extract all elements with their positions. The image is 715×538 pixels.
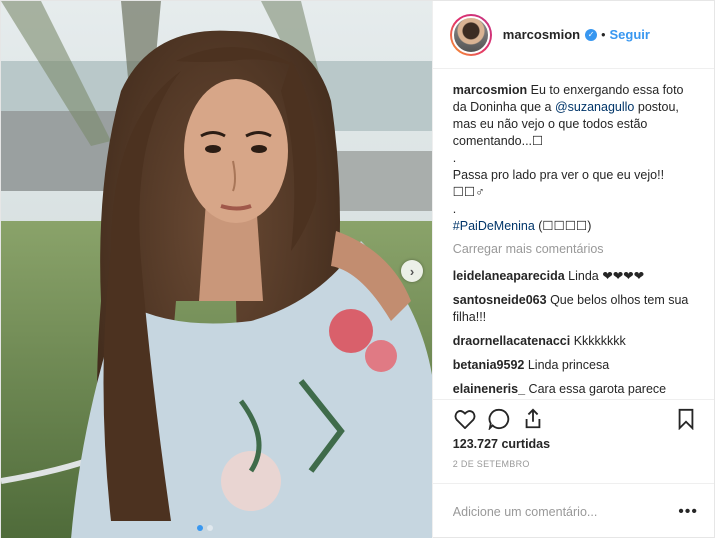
comment-item: elaineneris_ Cara essa garota parece dem…: [453, 381, 698, 399]
verified-icon: ✓: [585, 28, 598, 41]
share-button[interactable]: [521, 407, 545, 431]
post-sidebar: marcosmion ✓ • Seguir marcosmion Eu to e…: [431, 1, 714, 538]
comment-list: leidelaneaparecida Linda ❤❤❤❤ santosneide…: [453, 268, 698, 399]
comment-username[interactable]: betania9592: [453, 358, 525, 372]
instagram-post: › marcosmion ✓ • Seguir marcosmion Eu to…: [0, 0, 715, 538]
carousel-dots: [197, 525, 213, 531]
next-arrow-icon: ›: [409, 263, 415, 279]
post-photo[interactable]: ›: [1, 1, 432, 538]
caption-line-2: .: [452, 151, 457, 165]
caption-hashtag-suffix: (☐☐☐☐): [534, 219, 592, 233]
carousel-dot-active: [197, 525, 203, 531]
bookmark-icon: [678, 408, 694, 430]
comment-username[interactable]: elaineneris_: [453, 382, 525, 396]
comment-item: draornellacatenacci Kkkkkkkk: [453, 333, 698, 350]
caption-mention[interactable]: @suzanagullo: [555, 100, 634, 114]
comment-username[interactable]: santosneide063: [453, 293, 547, 307]
caption: marcosmion Eu to enxergando essa foto da…: [453, 82, 698, 235]
heart-icon: [454, 409, 476, 429]
load-more-comments[interactable]: Carregar mais comentários: [453, 241, 698, 258]
caption-username[interactable]: marcosmion: [453, 83, 527, 97]
photo-girl-portrait: [1, 1, 432, 538]
comment-text: Linda ❤❤❤❤: [568, 269, 645, 283]
comment-item: betania9592 Linda princesa: [453, 357, 698, 374]
like-button[interactable]: [453, 407, 477, 431]
comment-username[interactable]: draornellacatenacci: [453, 334, 570, 348]
add-comment-bar: •••: [432, 483, 714, 538]
follow-button[interactable]: Seguir: [610, 27, 650, 42]
share-icon: [525, 408, 541, 428]
action-bar: [432, 399, 714, 437]
avatar[interactable]: [449, 13, 492, 56]
comment-icon: [488, 408, 510, 430]
carousel-dot: [207, 525, 213, 531]
caption-line-4: .: [452, 202, 457, 216]
comment-input[interactable]: [452, 504, 679, 519]
comments-section: marcosmion Eu to enxergando essa foto da…: [433, 69, 714, 399]
caption-line-5: #PaiDeMenina (☐☐☐☐): [453, 218, 698, 235]
comment-username[interactable]: leidelaneaparecida: [453, 269, 565, 283]
save-button[interactable]: [674, 407, 698, 431]
comment-text: Linda princesa: [527, 358, 610, 372]
header-username[interactable]: marcosmion: [503, 27, 580, 42]
post-header: marcosmion ✓ • Seguir: [432, 1, 714, 69]
avatar-image: [451, 15, 490, 54]
separator-dot: •: [601, 27, 606, 42]
post-date[interactable]: 2 DE SETEMBRO: [433, 455, 714, 483]
comment-button[interactable]: [487, 407, 511, 431]
likes-count[interactable]: 123.727 curtidas: [433, 437, 714, 455]
comment-text: Kkkkkkkk: [573, 334, 626, 348]
caption-line-3: Passa pro lado pra ver o que eu vejo!! ☐…: [452, 168, 665, 199]
caption-hashtag[interactable]: #PaiDeMenina: [453, 219, 535, 233]
more-options-icon[interactable]: •••: [678, 503, 698, 521]
comment-item: leidelaneaparecida Linda ❤❤❤❤: [453, 268, 698, 285]
comment-item: santosneide063 Que belos olhos tem sua f…: [453, 292, 698, 326]
next-photo-button[interactable]: ›: [401, 260, 423, 282]
